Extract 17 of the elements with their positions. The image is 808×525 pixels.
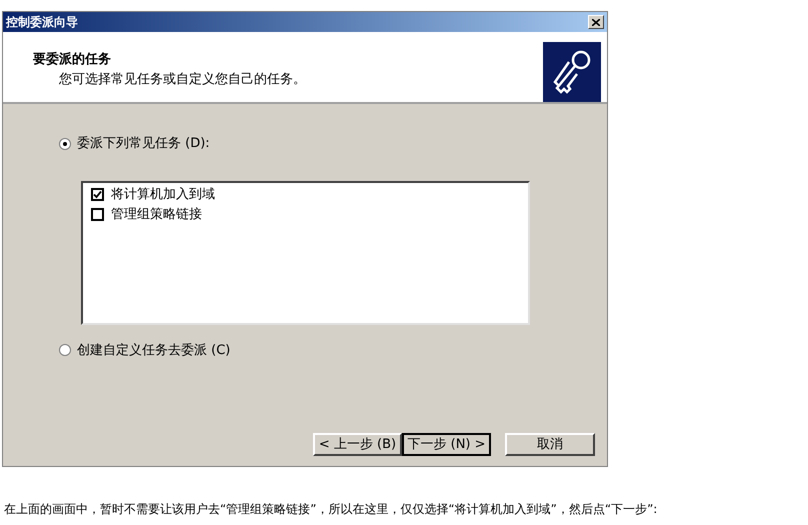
task-label: 管理组策略链接 (111, 206, 202, 224)
close-button[interactable] (588, 15, 604, 29)
checkbox[interactable] (91, 208, 104, 221)
wizard-button[interactable]: 取消 (505, 433, 595, 456)
window-title: 控制委派向导 (6, 14, 78, 31)
header-subtitle: 您可选择常见任务或自定义您自己的任务。 (59, 70, 306, 88)
wizard-button[interactable]: < 上一步 (B) (313, 433, 402, 456)
radio-label: 创建自定义任务去委派 (C) (77, 342, 230, 360)
header-title: 要委派的任务 (33, 50, 112, 69)
caption-text: 在上面的画面中，暂时不需要让该用户去“管理组策略链接”，所以在这里，仅仅选择“将计算机加入到域”，然后点“下一步”: (4, 501, 658, 518)
task-label: 将计算机加入到域 (111, 186, 215, 204)
radio-button[interactable] (59, 138, 71, 150)
wizard-button[interactable]: 下一步 (N) > (402, 433, 491, 456)
checkbox[interactable] (91, 188, 104, 201)
radio-label: 委派下列常见任务 (D): (77, 135, 210, 153)
radio-button[interactable] (59, 344, 71, 356)
close-icon (592, 18, 600, 26)
